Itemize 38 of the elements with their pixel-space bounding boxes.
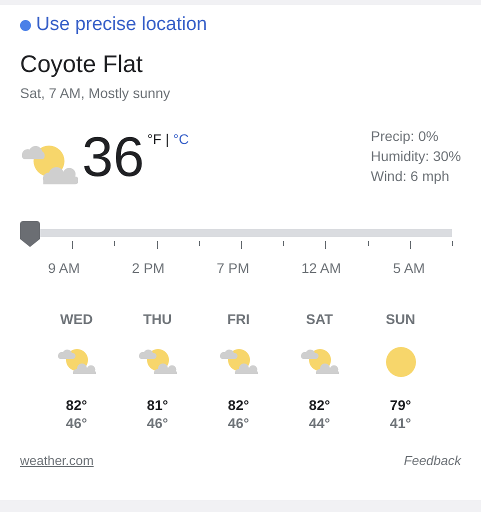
condition-subtitle: Sat, 7 AM, Mostly sunny <box>20 85 172 101</box>
unit-toggle[interactable]: °F <box>147 131 162 147</box>
sun-cloud-icon <box>56 347 96 377</box>
low-temperature: 41° <box>390 415 412 431</box>
current-temperature: 36 <box>82 129 144 185</box>
sun-cloud-icon <box>218 347 258 377</box>
high-temperature: 81° <box>146 397 168 413</box>
precise-location-link[interactable]: Use precise location <box>36 14 208 36</box>
hour-label: 5 AM <box>393 260 425 276</box>
high-temperature: 82° <box>66 397 88 413</box>
hour-label: 7 PM <box>216 260 250 276</box>
source-link[interactable]: weather.com <box>20 453 94 468</box>
weather-detail: Precip: 0% <box>370 127 440 146</box>
day-name: SUN <box>386 311 416 327</box>
high-temperature: 79° <box>390 397 412 413</box>
low-temperature: 46° <box>228 415 250 431</box>
low-temperature: 44° <box>308 415 330 431</box>
day-name: FRI <box>227 311 250 327</box>
weather-detail: Wind: 6 mph <box>370 167 450 186</box>
unit-separator: | <box>165 131 170 147</box>
low-temperature: 46° <box>66 415 88 431</box>
hour-label: 9 AM <box>48 260 80 276</box>
sun-cloud-icon <box>138 347 178 377</box>
high-temperature: 82° <box>228 397 250 413</box>
low-temperature: 46° <box>146 415 168 431</box>
day-name: WED <box>60 311 93 327</box>
day-name: THU <box>143 311 172 327</box>
location-dot-icon <box>20 20 31 30</box>
hour-label: 2 PM <box>132 260 165 276</box>
sun-cloud-icon <box>300 347 340 377</box>
slider-handle[interactable] <box>20 221 40 249</box>
place-name: Coyote Flat <box>20 51 144 79</box>
day-name: SAT <box>306 311 333 327</box>
unit-toggle[interactable]: °C <box>173 131 189 147</box>
high-temperature: 82° <box>308 397 330 413</box>
feedback-link[interactable]: Feedback <box>404 453 461 468</box>
hour-label: 12 AM <box>301 260 342 276</box>
weather-detail: Humidity: 30% <box>370 147 461 166</box>
